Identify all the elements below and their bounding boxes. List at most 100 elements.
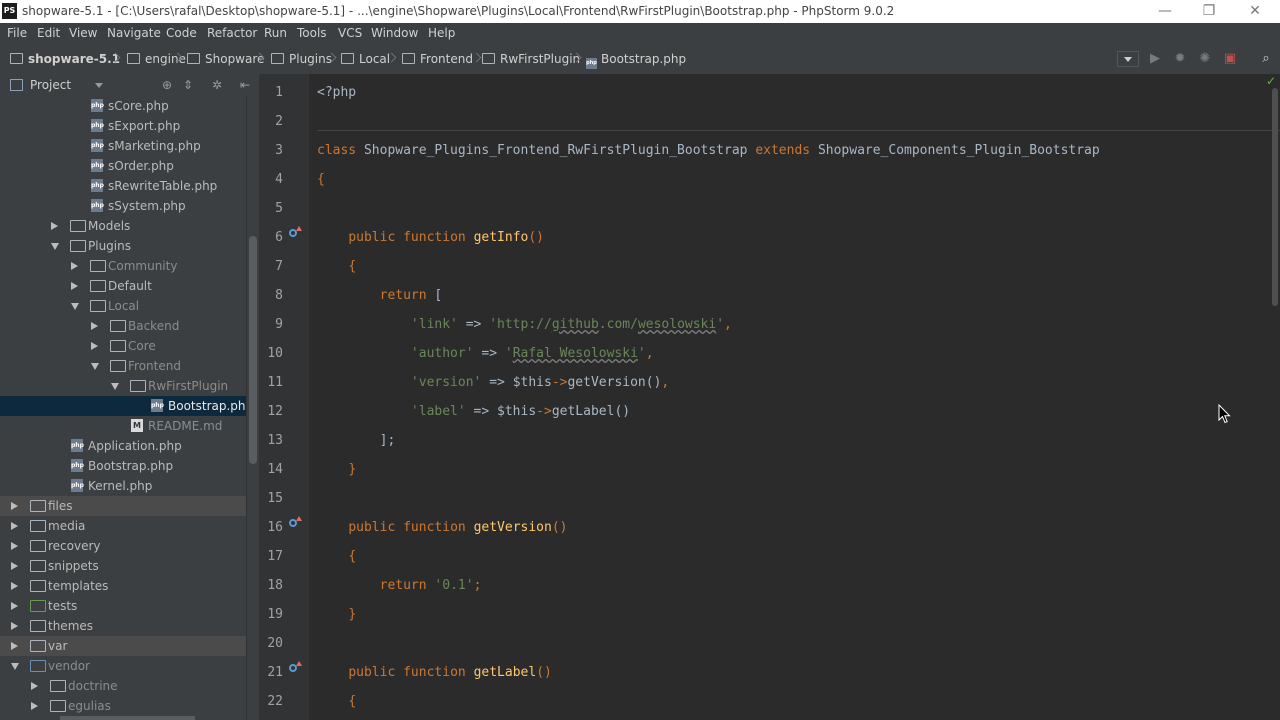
- close-button[interactable]: ✕: [1232, 0, 1278, 23]
- menu-view[interactable]: View: [69, 26, 97, 40]
- project-tree[interactable]: php sCore.php php sExport.php php sMarketin…: [0, 96, 246, 720]
- expand-arrow-icon[interactable]: [91, 322, 98, 330]
- tree-item-models[interactable]: Models: [0, 216, 246, 236]
- folder-icon: [30, 640, 46, 652]
- stop-icon[interactable]: ▣: [1222, 51, 1238, 67]
- breadcrumb-plugins[interactable]: Plugins: [271, 52, 332, 68]
- tree-item-default[interactable]: Default: [0, 276, 246, 296]
- chevron-down-icon[interactable]: [95, 83, 103, 88]
- override-marker-icon[interactable]: [289, 516, 302, 527]
- gear-icon[interactable]: ✲: [210, 77, 224, 93]
- menu-navigate[interactable]: Navigate: [107, 26, 161, 40]
- tree-item-application-php[interactable]: php Application.php: [0, 436, 246, 456]
- minimize-button[interactable]: —: [1142, 0, 1188, 23]
- collapse-arrow-icon[interactable]: [111, 383, 119, 390]
- expand-arrow-icon[interactable]: [71, 262, 78, 270]
- expand-arrow-icon[interactable]: [31, 682, 38, 690]
- editor-scrollbar-thumb[interactable]: [1272, 88, 1278, 306]
- breadcrumb-project[interactable]: shopware-5.1: [10, 52, 120, 68]
- tree-item-media[interactable]: media: [0, 516, 246, 536]
- tree-item-backend[interactable]: Backend: [0, 316, 246, 336]
- run-config-dropdown[interactable]: [1117, 51, 1139, 67]
- line-number: 22: [267, 694, 283, 709]
- menu-code[interactable]: Code: [166, 26, 197, 40]
- code-editor[interactable]: 1 2 3 4 5 6 7 8 9 10 11 12 13 14 15 16 1…: [259, 74, 1280, 720]
- code-line-18: return '0.1';: [317, 578, 482, 593]
- menu-file[interactable]: File: [7, 26, 27, 40]
- project-scrollbar-thumb[interactable]: [249, 236, 257, 464]
- tree-item-var[interactable]: var: [0, 636, 246, 656]
- tree-item-themes[interactable]: themes: [0, 616, 246, 636]
- breadcrumb-shopware[interactable]: Shopware: [187, 52, 264, 68]
- menu-edit[interactable]: Edit: [37, 26, 60, 40]
- search-icon[interactable]: ⌕: [1258, 51, 1274, 67]
- tree-item-files[interactable]: files: [0, 496, 246, 516]
- tree-item-frontend[interactable]: Frontend: [0, 356, 246, 376]
- tree-item-readme-md[interactable]: M README.md: [0, 416, 246, 436]
- tree-item-local[interactable]: Local: [0, 296, 246, 316]
- code-token: '0.1': [434, 578, 474, 593]
- expand-arrow-icon[interactable]: [11, 542, 18, 550]
- collapse-arrow-icon[interactable]: [91, 363, 99, 370]
- code-token: Rafal Wesolowski: [512, 346, 638, 361]
- expand-arrow-icon[interactable]: [51, 222, 58, 230]
- hide-panel-icon[interactable]: ⇤: [238, 77, 252, 93]
- tree-item-core[interactable]: Core: [0, 336, 246, 356]
- breadcrumb-local[interactable]: Local: [341, 52, 390, 68]
- expand-arrow-icon[interactable]: [11, 522, 18, 530]
- tree-item-sorder-php[interactable]: php sOrder.php: [0, 156, 246, 176]
- php-file-icon: php: [71, 439, 84, 452]
- tree-item-label: Bootstrap.php: [168, 399, 246, 413]
- line-number: 11: [267, 375, 283, 390]
- expand-arrow-icon[interactable]: [91, 342, 98, 350]
- collapse-all-icon[interactable]: ⇕: [181, 77, 195, 93]
- menu-tools[interactable]: Tools: [297, 26, 327, 40]
- breadcrumb-bootstrap-php[interactable]: php Bootstrap.php: [586, 52, 686, 69]
- project-horizontal-scrollbar-thumb[interactable]: [60, 716, 195, 720]
- tree-item-plugins[interactable]: Plugins: [0, 236, 246, 256]
- tree-item-kernel-php[interactable]: php Kernel.php: [0, 476, 246, 496]
- collapse-arrow-icon[interactable]: [51, 243, 59, 250]
- tree-item-srewritetable-php[interactable]: php sRewriteTable.php: [0, 176, 246, 196]
- expand-arrow-icon[interactable]: [11, 642, 18, 650]
- expand-arrow-icon[interactable]: [11, 562, 18, 570]
- project-view-selector[interactable]: Project: [30, 78, 71, 92]
- override-marker-icon[interactable]: [289, 661, 302, 672]
- maximize-button[interactable]: ❐: [1186, 0, 1232, 23]
- tree-item-doctrine[interactable]: doctrine: [0, 676, 246, 696]
- tree-item-score-php[interactable]: php sCore.php: [0, 96, 246, 116]
- breadcrumb-frontend[interactable]: Frontend: [402, 52, 473, 68]
- expand-arrow-icon[interactable]: [11, 502, 18, 510]
- expand-arrow-icon[interactable]: [11, 602, 18, 610]
- locate-file-icon[interactable]: ⊕: [160, 77, 174, 93]
- tree-item-templates[interactable]: templates: [0, 576, 246, 596]
- tree-item-egulias[interactable]: egulias: [0, 696, 246, 716]
- expand-arrow-icon[interactable]: [11, 622, 18, 630]
- tree-item-vendor[interactable]: vendor: [0, 656, 246, 676]
- tree-item-recovery[interactable]: recovery: [0, 536, 246, 556]
- tree-item-bootstrap-php[interactable]: php Bootstrap.php: [0, 456, 246, 476]
- menu-run[interactable]: Run: [264, 26, 287, 40]
- collapse-arrow-icon[interactable]: [71, 303, 79, 310]
- run-icon[interactable]: ▶: [1147, 51, 1163, 67]
- tree-item-tests[interactable]: tests: [0, 596, 246, 616]
- breadcrumb-rwfirstplugin[interactable]: RwFirstPlugin: [482, 52, 580, 68]
- collapse-arrow-icon[interactable]: [11, 663, 19, 670]
- tree-item-sexport-php[interactable]: php sExport.php: [0, 116, 246, 136]
- tree-item-bootstrap-php-selected[interactable]: php Bootstrap.php: [0, 396, 246, 416]
- tree-item-snippets[interactable]: snippets: [0, 556, 246, 576]
- menu-refactor[interactable]: Refactor: [207, 26, 257, 40]
- expand-arrow-icon[interactable]: [71, 282, 78, 290]
- expand-arrow-icon[interactable]: [31, 702, 38, 710]
- menu-help[interactable]: Help: [428, 26, 455, 40]
- expand-arrow-icon[interactable]: [11, 582, 18, 590]
- tree-item-ssystem-php[interactable]: php sSystem.php: [0, 196, 246, 216]
- tree-item-smarketing-php[interactable]: php sMarketing.php: [0, 136, 246, 156]
- debug-icon[interactable]: ✹: [1172, 51, 1188, 67]
- tree-item-rwfirstplugin[interactable]: RwFirstPlugin: [0, 376, 246, 396]
- menu-window[interactable]: Window: [371, 26, 418, 40]
- menu-vcs[interactable]: VCS: [338, 26, 362, 40]
- coverage-icon[interactable]: ✺: [1197, 51, 1213, 67]
- tree-item-community[interactable]: Community: [0, 256, 246, 276]
- override-marker-icon[interactable]: [289, 226, 302, 237]
